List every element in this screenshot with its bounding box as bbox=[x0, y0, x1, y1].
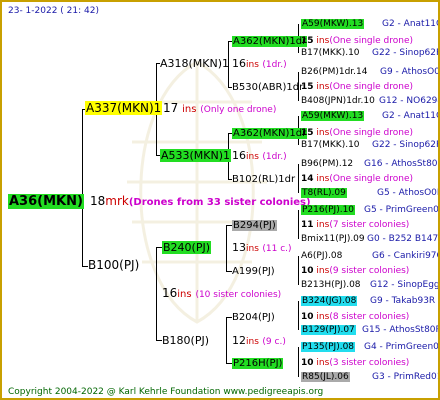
g3-drone-info-3: 13ins (11 c.) bbox=[232, 241, 292, 254]
g4-drone-info-8: 10 ins(3 sister colonies) bbox=[301, 358, 410, 368]
g3-colony-4[interactable]: B180(PJ) bbox=[162, 334, 209, 347]
g4-colony-1[interactable]: A362(MKN)1dr bbox=[232, 35, 308, 48]
g5-colony-8[interactable]: T8(RL).09 bbox=[301, 187, 347, 200]
g5-colony-6[interactable]: B17(MKK).10 bbox=[301, 139, 360, 152]
g5-info-13: G9 - Takab93R bbox=[370, 296, 436, 306]
g5-colony-9[interactable]: P216(PJ).10 bbox=[301, 204, 356, 217]
g5-info-1: G2 - Anat11Q bbox=[382, 19, 440, 29]
father-drone-info: 16ins (10 sister colonies) bbox=[162, 286, 282, 301]
g5-info-6: G22 - Sinop62R bbox=[372, 140, 440, 150]
g4-drone-info-6: 10 ins(9 sister colonies) bbox=[301, 266, 410, 276]
g5-info-2: G22 - Sinop62R bbox=[372, 48, 440, 58]
copyright-footer: Copyright 2004-2022 @ Karl Kehrle Founda… bbox=[8, 387, 324, 397]
mother-colony[interactable]: A337(MKN)1 bbox=[85, 101, 163, 115]
g4-colony-2[interactable]: B530(ABR)1dr bbox=[232, 81, 303, 94]
g5-info-16: G3 - PrimRed01 bbox=[372, 372, 440, 382]
g3-colony-2[interactable]: A533(MKN)1 bbox=[160, 149, 232, 162]
g5-colony-3[interactable]: B26(PM)1dr.14 bbox=[301, 66, 367, 79]
g5-info-14: G15 - AthosSt80R bbox=[362, 325, 440, 335]
g5-info-3: G9 - AthosO0R bbox=[380, 67, 440, 77]
root-drone-info: 18mrk(Drones from 33 sister colonies) bbox=[90, 194, 311, 209]
g5-colony-11[interactable]: A6(PJ).08 bbox=[301, 250, 342, 263]
g5-info-7: G16 - AthosSt80R bbox=[364, 159, 440, 169]
g5-colony-16[interactable]: R85(JL).06 bbox=[301, 371, 350, 384]
root-colony[interactable]: A36(MKN) bbox=[8, 194, 84, 209]
g5-colony-1[interactable]: A59(MKW).13 bbox=[301, 18, 365, 31]
date-stamp: 23- 1-2022 ( 21: 42) bbox=[8, 6, 99, 16]
g5-info-8: G5 - AthosO0R bbox=[377, 188, 440, 198]
g3-colony-1[interactable]: A318(MKN)1 bbox=[160, 57, 229, 70]
g4-drone-info-2: 15 ins(One single drone) bbox=[301, 82, 413, 92]
g3-drone-info-2: 16ins (1dr.) bbox=[232, 149, 287, 162]
g5-info-5: G2 - Anat11Q bbox=[382, 111, 440, 121]
g5-info-10: G0 - B252 B147 B bbox=[367, 234, 440, 244]
g4-colony-3[interactable]: A362(MKN)1dr bbox=[232, 127, 308, 140]
g5-info-12: G12 - SinopEgg86R bbox=[370, 280, 440, 290]
g5-info-15: G4 - PrimGreen00 bbox=[364, 342, 440, 352]
g3-drone-info-4: 12ins (9 c.) bbox=[232, 334, 286, 347]
g4-colony-8[interactable]: P216H(PJ) bbox=[232, 357, 284, 370]
g4-drone-info-4: 14 ins(One single drone) bbox=[301, 174, 413, 184]
g4-colony-6[interactable]: A199(PJ) bbox=[232, 265, 275, 278]
g5-info-9: G5 - PrimGreen00 bbox=[364, 205, 440, 215]
g3-colony-3[interactable]: B240(PJ) bbox=[162, 241, 212, 254]
g4-drone-info-7: 10 ins(8 sister colonies) bbox=[301, 312, 410, 322]
g5-info-11: G6 - Cankiri97Q bbox=[372, 251, 440, 261]
g5-info-4: G12 - NO6294R bbox=[379, 96, 438, 106]
pedigree-panel: 23- 1-2022 ( 21: 42) A36(MKN) 18mrk(Dron… bbox=[0, 0, 440, 400]
g5-colony-2[interactable]: B17(MKK).10 bbox=[301, 47, 360, 60]
g3-drone-info-1: 16ins (1dr.) bbox=[232, 57, 287, 70]
g5-colony-13[interactable]: B324(JG).08 bbox=[301, 295, 358, 308]
mother-drone-info: 17 ins (Only one drone) bbox=[163, 101, 277, 116]
g5-colony-10[interactable]: Bmix11(PJ).09 bbox=[301, 233, 365, 246]
g5-colony-7[interactable]: B96(PM).12 bbox=[301, 158, 353, 171]
g5-colony-5[interactable]: A59(MKW).13 bbox=[301, 110, 365, 123]
g4-drone-info-5: 11 ins(7 sister colonies) bbox=[301, 220, 410, 230]
g4-colony-7[interactable]: B204(PJ) bbox=[232, 311, 275, 324]
g4-colony-5[interactable]: B294(PJ) bbox=[232, 219, 277, 232]
g4-colony-4[interactable]: B102(RL)1dr bbox=[232, 173, 295, 186]
father-colony[interactable]: B100(PJ) bbox=[88, 259, 139, 272]
g5-colony-15[interactable]: P135(PJ).08 bbox=[301, 341, 356, 354]
g5-colony-12[interactable]: B213H(PJ).08 bbox=[301, 279, 361, 292]
g5-colony-14[interactable]: B129(PJ).07 bbox=[301, 324, 356, 337]
g5-colony-4[interactable]: B408(JPN)1dr.10 bbox=[301, 95, 375, 108]
